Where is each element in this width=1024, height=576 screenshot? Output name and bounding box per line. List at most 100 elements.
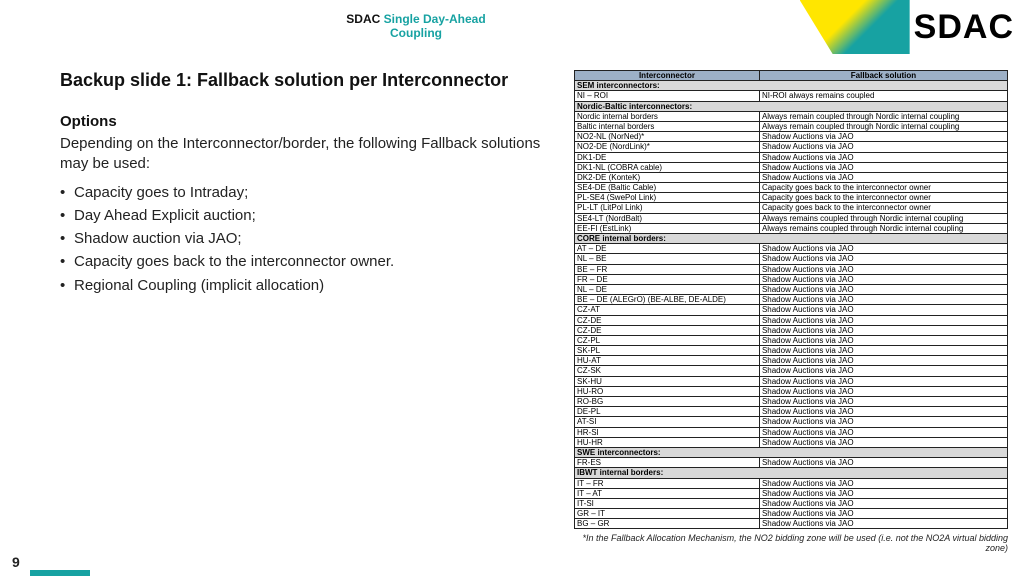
table-cell: SE4-DE (Baltic Cable) — [575, 183, 760, 193]
table-row: GR – ITShadow Auctions via JAO — [575, 509, 1008, 519]
fallback-table: Interconnector Fallback solution SEM int… — [574, 70, 1008, 529]
table-cell: PL-SE4 (SwePol Link) — [575, 193, 760, 203]
table-row: SE4-LT (NordBalt)Always remains coupled … — [575, 213, 1008, 223]
table-cell: Shadow Auctions via JAO — [759, 478, 1007, 488]
table-row: PL-SE4 (SwePol Link)Capacity goes back t… — [575, 193, 1008, 203]
table-row: NL – DEShadow Auctions via JAO — [575, 284, 1008, 294]
table-row: IT – FRShadow Auctions via JAO — [575, 478, 1008, 488]
table-cell: IT – AT — [575, 488, 760, 498]
group-label: Nordic-Baltic interconnectors: — [575, 101, 1008, 111]
table-row: BE – DE (ALEGrO) (BE-ALBE, DE-ALDE)Shado… — [575, 295, 1008, 305]
brand-center: SDAC Single Day-Ahead Coupling — [336, 12, 496, 41]
table-row: CZ-DEShadow Auctions via JAO — [575, 325, 1008, 335]
table-cell: Always remains coupled through Nordic in… — [759, 213, 1007, 223]
swoosh-icon — [800, 0, 910, 54]
table-cell: Shadow Auctions via JAO — [759, 284, 1007, 294]
left-column: Backup slide 1: Fallback solution per In… — [60, 70, 550, 552]
table-cell: SK-HU — [575, 376, 760, 386]
table-cell: Shadow Auctions via JAO — [759, 519, 1007, 529]
table-row: NL – BEShadow Auctions via JAO — [575, 254, 1008, 264]
table-cell: Shadow Auctions via JAO — [759, 254, 1007, 264]
table-cell: NL – DE — [575, 284, 760, 294]
table-row: IT-SIShadow Auctions via JAO — [575, 498, 1008, 508]
table-cell: EE-FI (EstLink) — [575, 223, 760, 233]
table-row: DK1-DEShadow Auctions via JAO — [575, 152, 1008, 162]
bullet-item: Regional Coupling (implicit allocation) — [60, 274, 550, 297]
table-row: NI – ROINI-ROI always remains coupled — [575, 91, 1008, 101]
table-cell: NL – BE — [575, 254, 760, 264]
table-cell: CZ-DE — [575, 315, 760, 325]
table-cell: HU-HR — [575, 437, 760, 447]
table-cell: Capacity goes back to the interconnector… — [759, 193, 1007, 203]
table-cell: Shadow Auctions via JAO — [759, 274, 1007, 284]
table-cell: IT-SI — [575, 498, 760, 508]
table-cell: Shadow Auctions via JAO — [759, 356, 1007, 366]
table-cell: Shadow Auctions via JAO — [759, 132, 1007, 142]
table-cell: Shadow Auctions via JAO — [759, 295, 1007, 305]
table-cell: Shadow Auctions via JAO — [759, 417, 1007, 427]
table-row: AT-SIShadow Auctions via JAO — [575, 417, 1008, 427]
table-cell: Shadow Auctions via JAO — [759, 346, 1007, 356]
table-row: DK1-NL (COBRA cable)Shadow Auctions via … — [575, 162, 1008, 172]
table-row: CZ-ATShadow Auctions via JAO — [575, 305, 1008, 315]
brand-acronym: SDAC — [346, 12, 380, 26]
table-cell: Always remain coupled through Nordic int… — [759, 121, 1007, 131]
table-cell: NI-ROI always remains coupled — [759, 91, 1007, 101]
table-row: Baltic internal bordersAlways remain cou… — [575, 121, 1008, 131]
table-cell: Capacity goes back to the interconnector… — [759, 203, 1007, 213]
table-cell: NO2-DE (NordLink)* — [575, 142, 760, 152]
th-fallback: Fallback solution — [759, 71, 1007, 81]
table-row: EE-FI (EstLink)Always remains coupled th… — [575, 223, 1008, 233]
content-area: Backup slide 1: Fallback solution per In… — [60, 70, 1008, 552]
table-row: NO2-NL (NorNed)*Shadow Auctions via JAO — [575, 132, 1008, 142]
table-row: SK-HUShadow Auctions via JAO — [575, 376, 1008, 386]
table-row: HR-SIShadow Auctions via JAO — [575, 427, 1008, 437]
table-cell: Shadow Auctions via JAO — [759, 427, 1007, 437]
table-cell: Shadow Auctions via JAO — [759, 264, 1007, 274]
table-cell: Shadow Auctions via JAO — [759, 142, 1007, 152]
table-row: Nordic internal bordersAlways remain cou… — [575, 111, 1008, 121]
options-list: Capacity goes to Intraday;Day Ahead Expl… — [60, 181, 550, 297]
table-cell: DK1-DE — [575, 152, 760, 162]
bullet-item: Capacity goes to Intraday; — [60, 181, 550, 204]
bullet-item: Capacity goes back to the interconnector… — [60, 250, 550, 273]
table-cell: Shadow Auctions via JAO — [759, 162, 1007, 172]
table-cell: Shadow Auctions via JAO — [759, 488, 1007, 498]
table-row: CZ-PLShadow Auctions via JAO — [575, 335, 1008, 345]
logo-area: SDAC — [800, 0, 1024, 54]
table-cell: HR-SI — [575, 427, 760, 437]
table-cell: DE-PL — [575, 407, 760, 417]
table-row: SE4-DE (Baltic Cable)Capacity goes back … — [575, 183, 1008, 193]
table-cell: Shadow Auctions via JAO — [759, 458, 1007, 468]
table-row: HU-ROShadow Auctions via JAO — [575, 386, 1008, 396]
table-cell: BE – DE (ALEGrO) (BE-ALBE, DE-ALDE) — [575, 295, 760, 305]
table-cell: Shadow Auctions via JAO — [759, 407, 1007, 417]
slide-title: Backup slide 1: Fallback solution per In… — [60, 70, 550, 91]
table-cell: CZ-AT — [575, 305, 760, 315]
table-cell: FR – DE — [575, 274, 760, 284]
table-row: BE – FRShadow Auctions via JAO — [575, 264, 1008, 274]
group-label: SEM interconnectors: — [575, 81, 1008, 91]
table-cell: SE4-LT (NordBalt) — [575, 213, 760, 223]
table-row: BG – GRShadow Auctions via JAO — [575, 519, 1008, 529]
table-cell: Shadow Auctions via JAO — [759, 335, 1007, 345]
table-cell: RO-BG — [575, 397, 760, 407]
table-cell: CZ-DE — [575, 325, 760, 335]
table-cell: Shadow Auctions via JAO — [759, 305, 1007, 315]
table-cell: GR – IT — [575, 509, 760, 519]
table-cell: Shadow Auctions via JAO — [759, 386, 1007, 396]
table-cell: Shadow Auctions via JAO — [759, 509, 1007, 519]
brand-subtitle: Single Day-Ahead Coupling — [384, 12, 486, 40]
table-cell: DK1-NL (COBRA cable) — [575, 162, 760, 172]
table-cell: AT – DE — [575, 244, 760, 254]
table-row: NO2-DE (NordLink)*Shadow Auctions via JA… — [575, 142, 1008, 152]
table-row: HU-ATShadow Auctions via JAO — [575, 356, 1008, 366]
table-cell: CZ-PL — [575, 335, 760, 345]
table-row: DE-PLShadow Auctions via JAO — [575, 407, 1008, 417]
table-row: IT – ATShadow Auctions via JAO — [575, 488, 1008, 498]
lead-text: Depending on the Interconnector/border, … — [60, 134, 550, 175]
table-cell: BG – GR — [575, 519, 760, 529]
table-cell: Nordic internal borders — [575, 111, 760, 121]
table-cell: Shadow Auctions via JAO — [759, 366, 1007, 376]
table-cell: Shadow Auctions via JAO — [759, 315, 1007, 325]
